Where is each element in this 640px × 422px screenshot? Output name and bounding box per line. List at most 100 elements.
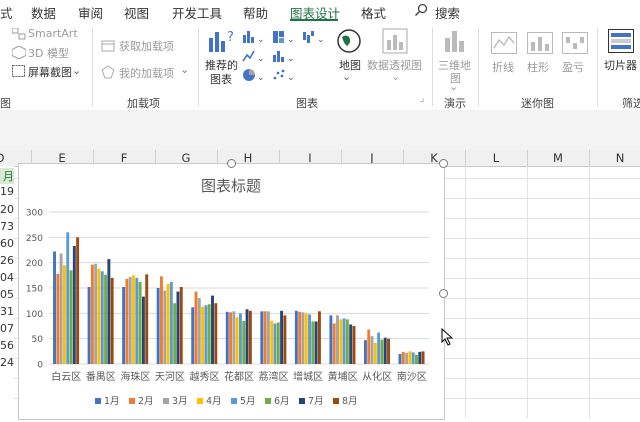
column-header[interactable]: N (589, 151, 640, 165)
bar (59, 253, 63, 364)
tab-developer[interactable]: 开发工具 (172, 3, 222, 22)
legend-label: 3月 (172, 396, 188, 407)
bar (125, 278, 129, 364)
bar (141, 296, 145, 364)
cell-fragment[interactable]: 05 (0, 288, 14, 301)
bar (194, 291, 198, 364)
cell-fragment[interactable]: 20 (0, 203, 14, 216)
cell-fragment[interactable]: 26 (0, 254, 14, 267)
bar (363, 340, 367, 364)
bar (225, 311, 229, 364)
bar (163, 290, 167, 364)
my-addins-icon (101, 65, 115, 82)
tab-format[interactable]: 格式 (361, 3, 386, 22)
bar (94, 263, 98, 364)
ribbon-body: SmartArt 3D 模型 屏幕截图 ⌄ 图 获取加载项 我的加载项 ⌄ 加载… (0, 22, 640, 111)
slicer-button[interactable]: 切片器 (604, 57, 637, 73)
cell-fragment[interactable]: 19 (0, 185, 14, 198)
sparkline-line-button[interactable]: 折线 (492, 59, 514, 75)
resize-handle[interactable] (439, 159, 448, 168)
my-addins-button[interactable]: 我的加载项 (119, 65, 174, 81)
bar (387, 338, 390, 364)
screenshot-button[interactable]: 屏幕截图 (28, 64, 72, 80)
chevron-down-icon[interactable]: ⌄ (342, 70, 351, 83)
tab-help[interactable]: 帮助 (243, 3, 268, 22)
search-icon[interactable] (414, 3, 428, 20)
tab-review[interactable]: 审阅 (78, 3, 103, 22)
category-label: 天河区 (155, 371, 185, 383)
line-chart-icon[interactable]: ⌄ (242, 49, 268, 66)
bar (339, 319, 343, 364)
bar (107, 259, 111, 364)
group-divider (198, 28, 199, 106)
chevron-down-icon[interactable]: ⌄ (72, 64, 81, 77)
bar (56, 273, 60, 364)
cell-fragment[interactable]: 56 (0, 339, 14, 352)
bar (66, 232, 70, 364)
tab-formulas[interactable]: 式 (0, 3, 13, 22)
bar (229, 312, 232, 364)
search-box[interactable]: 搜索 (435, 3, 460, 22)
chart-area[interactable]: 图表标题 0 50 100 150 200 250 300 白云区 番禺区 海珠区 天河区 越秀区 花都区… (18, 163, 445, 420)
group-label-charts: 图表 (296, 97, 318, 110)
group-divider (432, 28, 433, 106)
category-label: 海珠区 (120, 370, 150, 383)
chevron-down-icon[interactable]: ⌄ (180, 63, 189, 76)
column-chart-icon[interactable]: ⌄ (242, 30, 268, 47)
cell-fragment[interactable]: 07 (0, 322, 14, 335)
legend-swatch (299, 398, 305, 404)
bar (317, 311, 321, 364)
sparkline-column-button[interactable]: 柱形 (527, 59, 549, 75)
tab-view[interactable]: 视图 (124, 3, 149, 22)
tab-data[interactable]: 数据 (31, 3, 56, 22)
column-header[interactable]: L (465, 151, 527, 165)
legend-label: 2月 (138, 396, 154, 407)
formula-area-gap (0, 110, 640, 150)
bar (401, 351, 405, 364)
get-addins-button[interactable]: 获取加载项 (119, 38, 174, 54)
legend-label: 7月 (308, 396, 324, 407)
resize-handle[interactable] (439, 289, 448, 298)
dialog-launcher-icon[interactable]: ⌟ (420, 94, 424, 104)
bar (294, 310, 298, 364)
bar (156, 288, 160, 364)
bar (383, 337, 387, 364)
category-label: 白云区 (51, 370, 81, 383)
pie-chart-icon[interactable]: ⌄ (242, 68, 268, 85)
category-label: 荔湾区 (259, 370, 289, 383)
bar (377, 332, 381, 364)
cell-fragment[interactable]: 73 (0, 220, 14, 233)
statistic-chart-icon[interactable]: ⌄ (272, 49, 298, 66)
scatter-chart-icon[interactable]: ⌄ (272, 68, 298, 85)
chevron-down-icon[interactable]: ⌄ (449, 80, 458, 93)
cell-fragment[interactable]: 月 (0, 168, 14, 184)
bar (214, 303, 218, 364)
y-tick-label: 50 (32, 335, 44, 345)
cell-fragment[interactable]: 60 (0, 237, 14, 250)
sparkline-winloss-button[interactable]: 盈亏 (562, 59, 584, 75)
hierarchy-chart-icon[interactable]: ⌄ (272, 30, 298, 47)
pivot-chart-icon (382, 28, 408, 57)
svg-text:?: ? (227, 30, 234, 45)
cell-fragment[interactable]: 04 (0, 271, 14, 284)
bar (308, 314, 311, 364)
column-header[interactable]: M (527, 151, 589, 165)
cell-fragment[interactable]: 24 (0, 356, 14, 369)
smartart-button[interactable]: SmartArt (28, 27, 78, 40)
sparkline-column-icon (527, 32, 553, 57)
cell-fragment[interactable]: 31 (0, 305, 14, 318)
model-3d-button[interactable]: 3D 模型 (28, 45, 69, 61)
bar (122, 286, 126, 364)
resize-handle[interactable] (227, 159, 236, 168)
bar (69, 270, 73, 364)
category-label: 黄埔区 (328, 370, 358, 383)
bar (138, 281, 142, 364)
bar (276, 322, 280, 364)
mouse-cursor-icon (441, 327, 454, 349)
chart-title: 图表标题 (201, 177, 261, 195)
category-label: 从化区 (362, 370, 392, 383)
bar (201, 306, 205, 364)
bar (76, 237, 80, 364)
chevron-down-icon[interactable]: ⌄ (391, 70, 400, 83)
waterfall-chart-icon[interactable]: ⌄ (302, 30, 328, 47)
